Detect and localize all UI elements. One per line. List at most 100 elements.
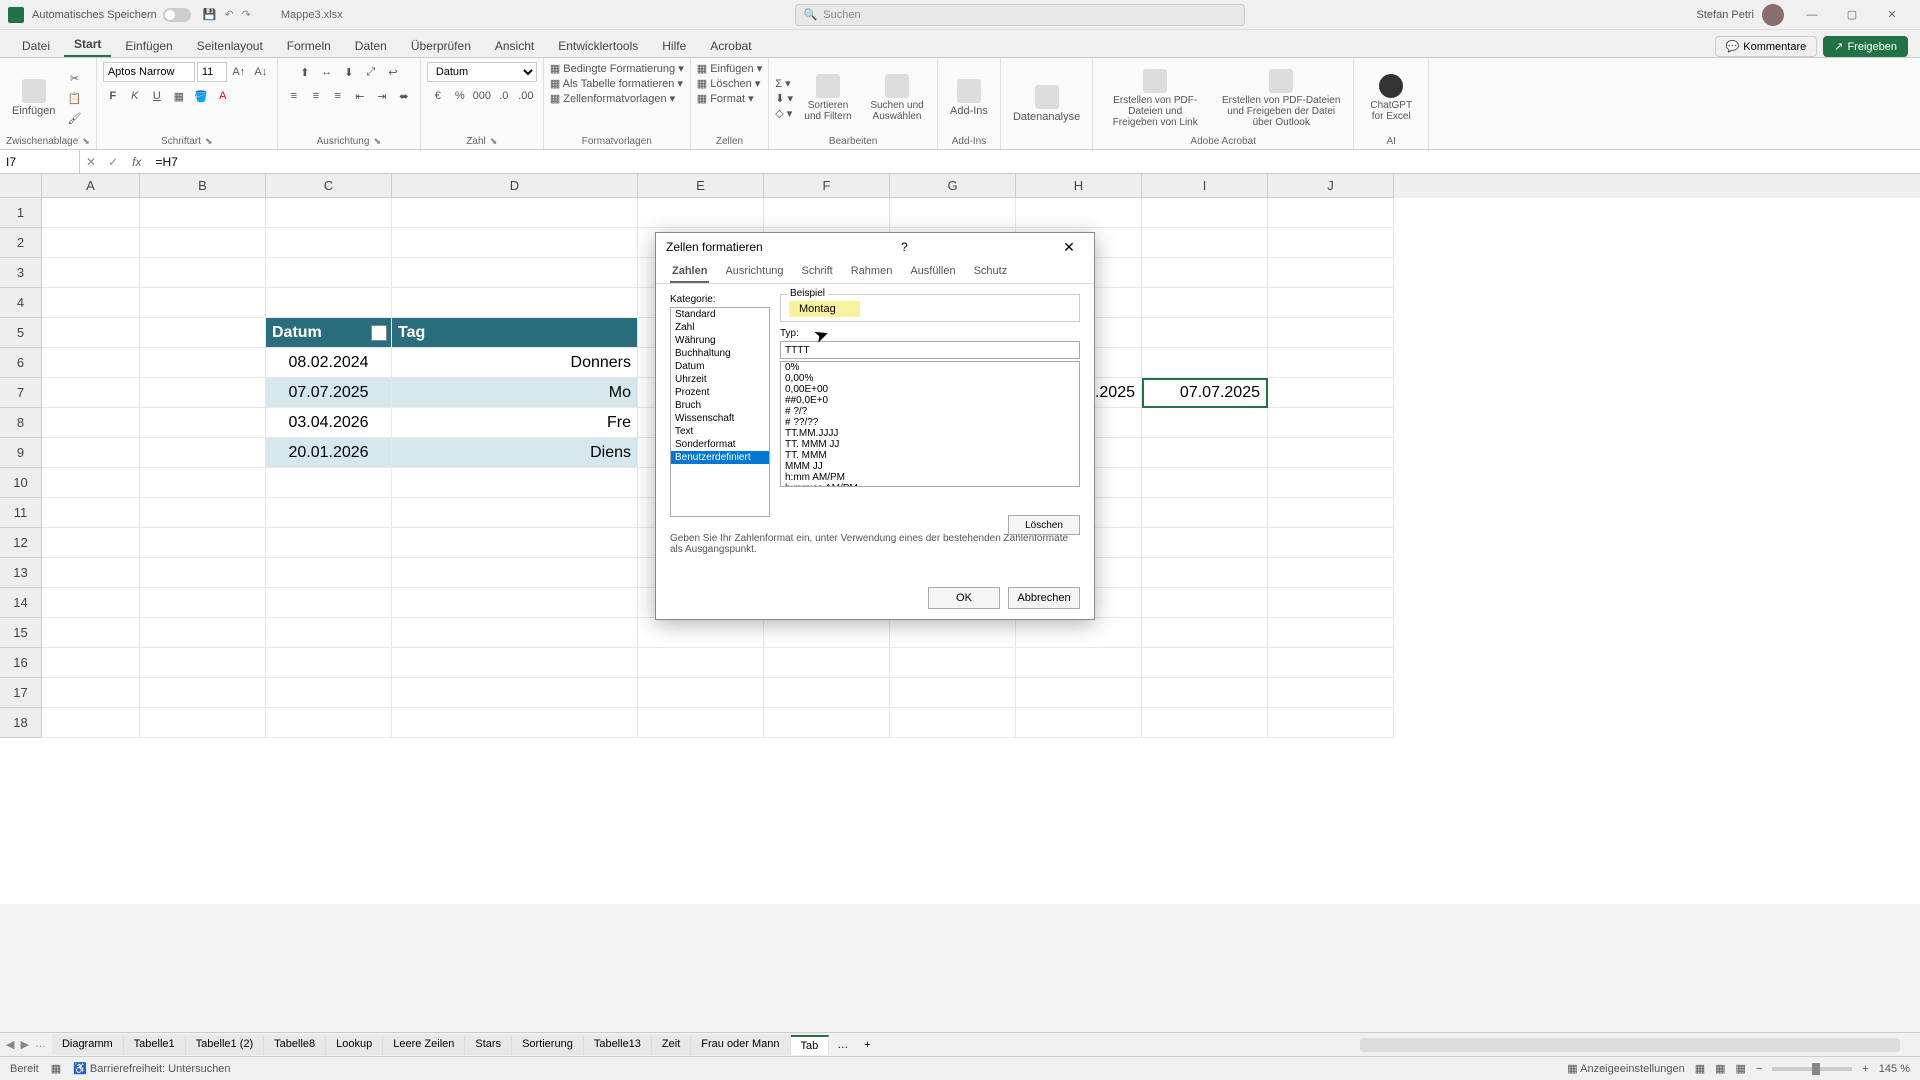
row-header[interactable]: 3 [0, 258, 42, 288]
pdf-outlook-button[interactable]: Erstellen von PDF-Dateien und Freigeben … [1215, 67, 1347, 130]
cell[interactable] [392, 558, 638, 588]
row-header[interactable]: 6 [0, 348, 42, 378]
tab-seitenlayout[interactable]: Seitenlayout [187, 35, 273, 57]
cell[interactable] [42, 558, 140, 588]
cell[interactable] [42, 198, 140, 228]
tab-hilfe[interactable]: Hilfe [652, 35, 696, 57]
row-header[interactable]: 5 [0, 318, 42, 348]
row-header[interactable]: 4 [0, 288, 42, 318]
border-icon[interactable]: ▦ [169, 86, 189, 106]
cell[interactable] [1268, 198, 1394, 228]
cell[interactable] [392, 618, 638, 648]
cell[interactable] [140, 588, 266, 618]
cell[interactable] [638, 648, 764, 678]
cell[interactable] [140, 528, 266, 558]
tab-start[interactable]: Start [64, 33, 111, 57]
align-bottom-icon[interactable]: ⬇ [339, 62, 359, 82]
cell[interactable] [42, 408, 140, 438]
cell[interactable] [140, 468, 266, 498]
cell[interactable] [42, 348, 140, 378]
page-layout-icon[interactable]: ▦ [1715, 1062, 1725, 1075]
close-icon[interactable]: ✕ [1872, 1, 1912, 29]
normal-view-icon[interactable]: ▦ [1695, 1062, 1705, 1075]
increase-decimal-icon[interactable]: .0 [494, 86, 514, 106]
sheet-tab[interactable]: Sortierung [512, 1035, 584, 1055]
cell[interactable] [266, 588, 392, 618]
cell[interactable] [140, 648, 266, 678]
sheet-tab[interactable]: Tabelle13 [584, 1035, 652, 1055]
dialog-tab-ausfuellen[interactable]: Ausfüllen [908, 261, 957, 283]
number-format-combo[interactable]: Datum [427, 62, 537, 82]
cell[interactable] [1016, 648, 1142, 678]
cond-format-button[interactable]: ▦ Bedingte Formatierung ▾ [550, 62, 684, 75]
as-table-button[interactable]: ▦ Als Tabelle formatieren ▾ [550, 77, 683, 90]
cell[interactable] [764, 618, 890, 648]
cell[interactable] [42, 288, 140, 318]
launcher-icon[interactable]: ⬊ [82, 136, 90, 147]
decrease-decimal-icon[interactable]: .00 [516, 86, 536, 106]
macro-icon[interactable]: ▦ [51, 1062, 61, 1075]
sheet-tab[interactable]: Tab [791, 1035, 830, 1055]
cell[interactable] [42, 498, 140, 528]
category-item[interactable]: Prozent [671, 386, 769, 399]
cell[interactable] [1268, 648, 1394, 678]
save-icon[interactable]: 💾 [203, 8, 217, 21]
cell[interactable] [1268, 348, 1394, 378]
category-item[interactable]: Sonderformat [671, 438, 769, 451]
cell[interactable] [890, 678, 1016, 708]
row-header[interactable]: 15 [0, 618, 42, 648]
cell[interactable] [1016, 198, 1142, 228]
cell[interactable] [392, 228, 638, 258]
format-cells-button[interactable]: ▦ Format ▾ [697, 92, 754, 105]
cell[interactable] [266, 198, 392, 228]
cell[interactable] [1016, 708, 1142, 738]
sort-filter-button[interactable]: Sortieren und Filtern [797, 72, 859, 124]
cell[interactable] [1142, 408, 1268, 438]
cell[interactable] [1268, 498, 1394, 528]
cell[interactable] [266, 648, 392, 678]
column-header[interactable]: B [140, 174, 266, 198]
insert-cells-button[interactable]: ▦ Einfügen ▾ [697, 62, 762, 75]
tab-acrobat[interactable]: Acrobat [700, 35, 761, 57]
merge-icon[interactable]: ⬌ [394, 86, 414, 106]
cell[interactable]: 08.02.2024 [266, 348, 392, 378]
cell[interactable]: Tag [392, 318, 638, 348]
display-settings-button[interactable]: ▦ Anzeigeeinstellungen [1567, 1062, 1684, 1075]
page-break-icon[interactable]: ▦ [1736, 1062, 1746, 1075]
cell[interactable] [392, 528, 638, 558]
cell[interactable] [266, 558, 392, 588]
cell[interactable]: Diens [392, 438, 638, 468]
category-item[interactable]: Datum [671, 360, 769, 373]
cell[interactable] [42, 378, 140, 408]
category-item[interactable]: Benutzerdefiniert [671, 451, 769, 464]
column-header[interactable]: G [890, 174, 1016, 198]
cell[interactable]: Donners [392, 348, 638, 378]
enter-formula-icon[interactable]: ✓ [102, 155, 124, 169]
select-all-corner[interactable] [0, 174, 42, 198]
cell[interactable] [266, 498, 392, 528]
cell[interactable] [392, 588, 638, 618]
cell[interactable] [42, 678, 140, 708]
tab-datei[interactable]: Datei [12, 35, 60, 57]
cell[interactable] [140, 288, 266, 318]
cell[interactable] [1142, 258, 1268, 288]
zoom-out-icon[interactable]: − [1756, 1063, 1762, 1075]
cell[interactable] [1268, 258, 1394, 288]
align-center-icon[interactable]: ≡ [306, 86, 326, 106]
category-item[interactable]: Währung [671, 334, 769, 347]
cell[interactable] [1268, 378, 1394, 408]
decrease-indent-icon[interactable]: ⇤ [350, 86, 370, 106]
cell[interactable] [140, 558, 266, 588]
toggle-switch[interactable] [163, 8, 191, 22]
cell[interactable] [140, 618, 266, 648]
fx-icon[interactable]: fx [124, 155, 149, 169]
cell[interactable] [266, 228, 392, 258]
horizontal-scrollbar[interactable] [1360, 1038, 1900, 1052]
cell[interactable] [392, 468, 638, 498]
column-header[interactable]: I [1142, 174, 1268, 198]
cell[interactable] [140, 318, 266, 348]
ok-button[interactable]: OK [928, 587, 1000, 609]
cell[interactable] [266, 258, 392, 288]
category-item[interactable]: Standard [671, 308, 769, 321]
addins-button[interactable]: Add-Ins [944, 77, 994, 119]
